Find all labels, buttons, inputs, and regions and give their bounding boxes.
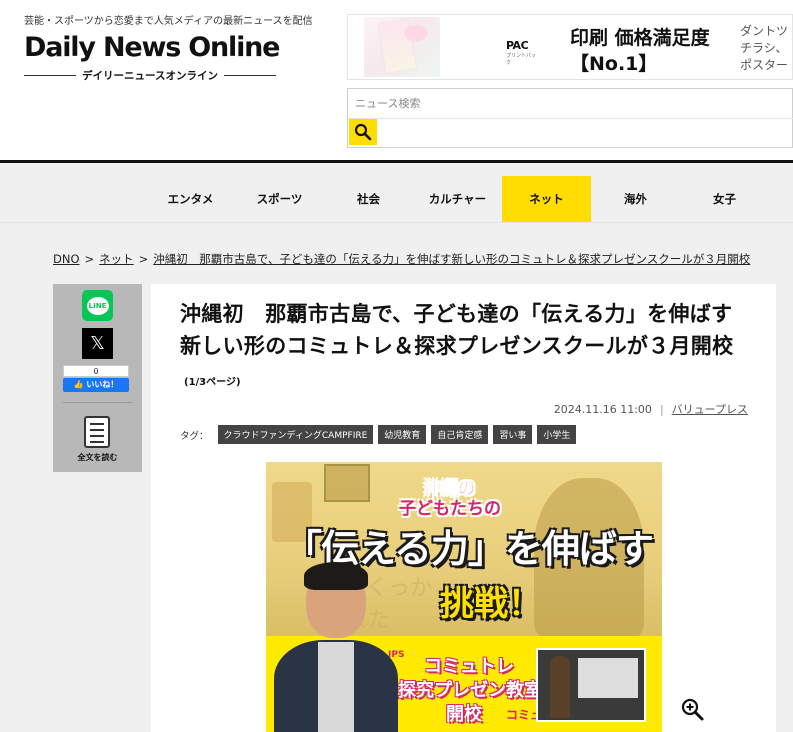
tags-label: タグ：: [180, 430, 209, 442]
search-button[interactable]: [349, 119, 377, 145]
article-title-text: 沖縄初 那覇市古島で、子ども達の「伝える力」を伸ばす新しい形のコミュトレ＆探求プ…: [180, 302, 734, 358]
nav-item-overseas[interactable]: 海外: [591, 176, 680, 222]
x-icon: 𝕏: [90, 333, 105, 354]
breadcrumb: DNO > ネット > 沖縄初 那覇市古島で、子ども達の「伝える力」を伸ばす新しい形のコ…: [53, 251, 750, 267]
line-share-button[interactable]: LINE: [82, 290, 113, 321]
facebook-like-button[interactable]: 👍 いいね！: [63, 378, 129, 392]
hero-subtitle: 子どもたちの: [399, 499, 501, 519]
ad-side-line: ポスター: [740, 58, 789, 72]
ad-side-line: ダントツ: [740, 24, 789, 38]
tag-self-esteem[interactable]: 自己肯定感: [431, 425, 489, 444]
hero-classroom-photo: [536, 648, 646, 722]
logo-sub-text: デイリーニュースオンライン: [82, 69, 218, 82]
category-nav: エンタメ スポーツ 社会 カルチャー ネット 海外 女子: [146, 176, 769, 222]
hero-presenter: [274, 562, 398, 732]
nav-item-net[interactable]: ネット: [502, 176, 591, 222]
ad-product-image: [364, 17, 440, 77]
x-share-button[interactable]: 𝕏: [82, 328, 113, 359]
nav-item-sports[interactable]: スポーツ: [235, 176, 324, 222]
zoom-in-icon[interactable]: [680, 697, 706, 723]
tag-early-education[interactable]: 幼児教育: [378, 425, 427, 444]
nav-item-society[interactable]: 社会: [324, 176, 413, 222]
read-fulltext-link[interactable]: 全文を読む: [53, 452, 142, 463]
tag-list: タグ： クラウドファンディングCAMPFIRE 幼児教育 自己肯定感 習い事 小…: [180, 425, 577, 444]
site-logo-sub: デイリーニュースオンライン: [24, 68, 277, 82]
hero-band-text: 開校: [446, 704, 482, 725]
ad-brand-logo: PAC プリントパック: [506, 39, 540, 66]
search-divider: [348, 118, 793, 119]
nav-item-culture[interactable]: カルチャー: [413, 176, 502, 222]
nav-divider: [0, 222, 793, 223]
nav-item-entame[interactable]: エンタメ: [146, 176, 235, 222]
article-card: 沖縄初 那覇市古島で、子ども達の「伝える力」を伸ばす新しい形のコミュトレ＆探求プ…: [151, 284, 776, 732]
document-icon[interactable]: [84, 416, 110, 448]
site-logo[interactable]: Daily News Online: [24, 32, 280, 63]
tag-elementary[interactable]: 小学生: [537, 425, 577, 444]
breadcrumb-category[interactable]: ネット: [99, 252, 134, 266]
page-indicator: (1/3ページ): [184, 377, 241, 388]
ad-brand-sub: プリントパック: [506, 53, 537, 66]
tag-campfire[interactable]: クラウドファンディングCAMPFIRE: [217, 425, 374, 444]
ad-side-text: ダントツ チラシ、 ポスター: [740, 23, 788, 74]
site-tagline: 芸能・スポーツから恋愛まで人気メディアの最新ニュースを配信: [24, 16, 313, 27]
article-meta: 2024.11.16 11:00 | バリュープレス: [553, 403, 748, 416]
breadcrumb-separator: >: [84, 252, 95, 266]
article-source-link[interactable]: バリュープレス: [672, 403, 748, 416]
hero-challenge: 挑戦！: [440, 584, 542, 624]
share-divider: [63, 402, 132, 403]
ad-title-no1: 【No.1】: [570, 53, 658, 75]
article-date: 2024.11.16 11:00: [553, 403, 652, 416]
hero-tv: [324, 464, 370, 502]
nav-item-women[interactable]: 女子: [680, 176, 769, 222]
search-input[interactable]: [348, 89, 793, 117]
breadcrumb-current[interactable]: 沖縄初 那覇市古島で、子ども達の「伝える力」を伸ばす新しい形のコミュトレ＆探求プ…: [153, 252, 750, 266]
share-sidebar: LINE 𝕏 0 👍 いいね！ 全文を読む: [53, 284, 142, 472]
ad-brand-mark: PAC: [506, 39, 529, 52]
site-header: 芸能・スポーツから恋愛まで人気メディアの最新ニュースを配信 Daily News…: [0, 0, 793, 160]
magnifier-icon: [354, 123, 372, 141]
breadcrumb-home[interactable]: DNO: [53, 252, 80, 266]
search-box: [347, 88, 793, 148]
like-count: 0: [63, 365, 129, 377]
ad-side-line: チラシ、: [740, 41, 788, 55]
line-icon: LINE: [86, 296, 109, 315]
article-hero-image[interactable]: くっか れた 沖縄の 子どもたちの 「伝える力」を伸ばす 挑戦！ IPS コミュ…: [266, 462, 662, 732]
hero-band-text: コミュトレ: [424, 656, 514, 677]
tag-lessons[interactable]: 習い事: [493, 425, 533, 444]
breadcrumb-separator: >: [138, 252, 149, 266]
logo-rule-right: [224, 74, 277, 76]
ad-title: 印刷 価格満足度: [570, 27, 710, 49]
hero-band-text: 探究プレゼン教室: [398, 680, 542, 701]
article-title: 沖縄初 那覇市古島で、子ども達の「伝える力」を伸ばす新しい形のコミュトレ＆探求プ…: [180, 298, 750, 399]
logo-rule-left: [24, 74, 77, 76]
header-ad-banner[interactable]: PAC プリントパック 印刷 価格満足度 【No.1】 ダントツ チラシ、 ポス…: [347, 14, 793, 80]
